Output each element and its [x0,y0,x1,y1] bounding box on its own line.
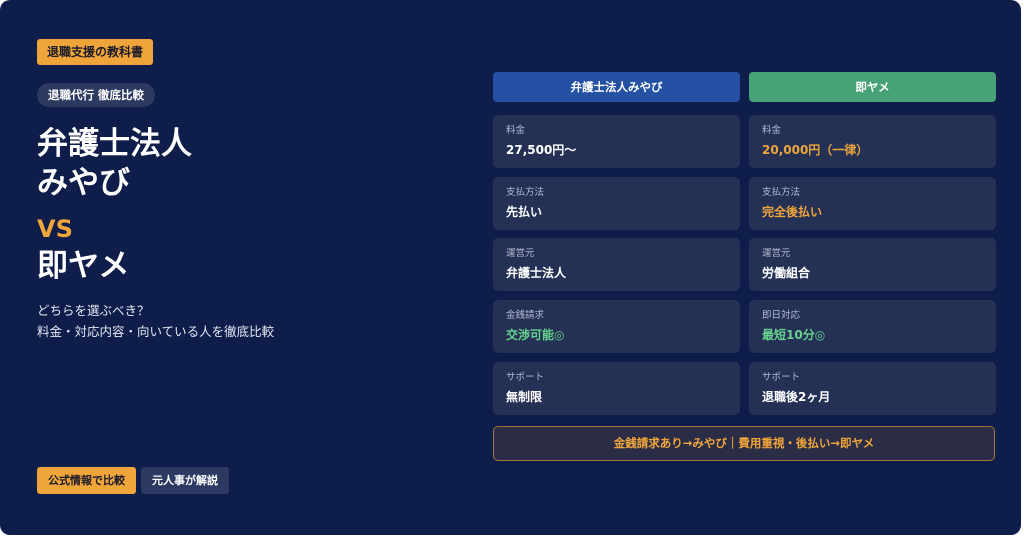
headline-line-2: みやび [37,165,130,201]
subtitle-line-2: 料金・対応内容・向いている人を徹底比較 [37,324,275,339]
comparison-cell: サポート 無制限 [493,362,740,415]
cell-value: 27,500円〜 [506,143,577,157]
cell-label: 金銭請求 [506,310,545,321]
headline-line-3: 即ヤメ [37,248,130,284]
column-header-miyabi: 弁護士法人みやび [493,72,740,102]
subtitle: どちらを選ぶべき？ 料金・対応内容・向いている人を徹底比較 [37,300,274,342]
cell-value: 無制限 [506,390,543,404]
comparison-cell: 支払方法 先払い [493,177,740,230]
headline-title: 弁護士法人 みやび [37,125,192,203]
cell-value: 退職後2ヶ月 [762,390,831,404]
versus-label: VS [37,215,73,243]
subtitle-line-1: どちらを選ぶべき？ [37,303,150,318]
cell-value: 労働組合 [762,266,811,280]
comparison-cell: サポート 退職後2ヶ月 [749,362,996,415]
official-info-button[interactable]: 公式情報で比較 [37,467,136,494]
cell-label: 支払方法 [762,187,801,198]
cell-value: 20,000円（一律） [762,143,869,157]
cell-value: 完全後払い [762,205,823,219]
comparison-cell: 料金 27,500円〜 [493,115,740,168]
cell-label: サポート [762,372,801,383]
comparison-cell: 運営元 労働組合 [749,238,996,291]
cell-value: 弁護士法人 [506,266,567,280]
comparison-cell: 運営元 弁護士法人 [493,238,740,291]
cell-label: 運営元 [506,248,535,259]
comparison-cell: 金銭請求 交渉可能◎ [493,300,740,353]
cell-label: 料金 [506,125,526,136]
comparison-cell: 支払方法 完全後払い [749,177,996,230]
site-badge: 退職支援の教科書 [37,39,154,65]
cell-label: 支払方法 [506,187,545,198]
cell-value: 最短10分◎ [762,328,826,342]
cell-label: 料金 [762,125,782,136]
cell-value: 先払い [506,205,543,219]
comparison-card: 退職支援の教科書 退職代行 徹底比較 弁護士法人 みやび VS 即ヤメ どちらを… [0,0,1021,535]
summary-banner: 金銭請求あり→みやび｜費用重視・後払い→即ヤメ [493,426,995,461]
expert-explains-button[interactable]: 元人事が解説 [141,467,229,494]
category-pill: 退職代行 徹底比較 [37,83,156,107]
cell-label: 運営元 [762,248,791,259]
comparison-cell: 料金 20,000円（一律） [749,115,996,168]
headline-line-1: 弁護士法人 [37,126,192,162]
cell-label: 即日対応 [762,310,801,321]
column-header-sokuyame: 即ヤメ [749,72,996,102]
comparison-cell: 即日対応 最短10分◎ [749,300,996,353]
cell-label: サポート [506,372,545,383]
cell-value: 交渉可能◎ [506,328,565,342]
